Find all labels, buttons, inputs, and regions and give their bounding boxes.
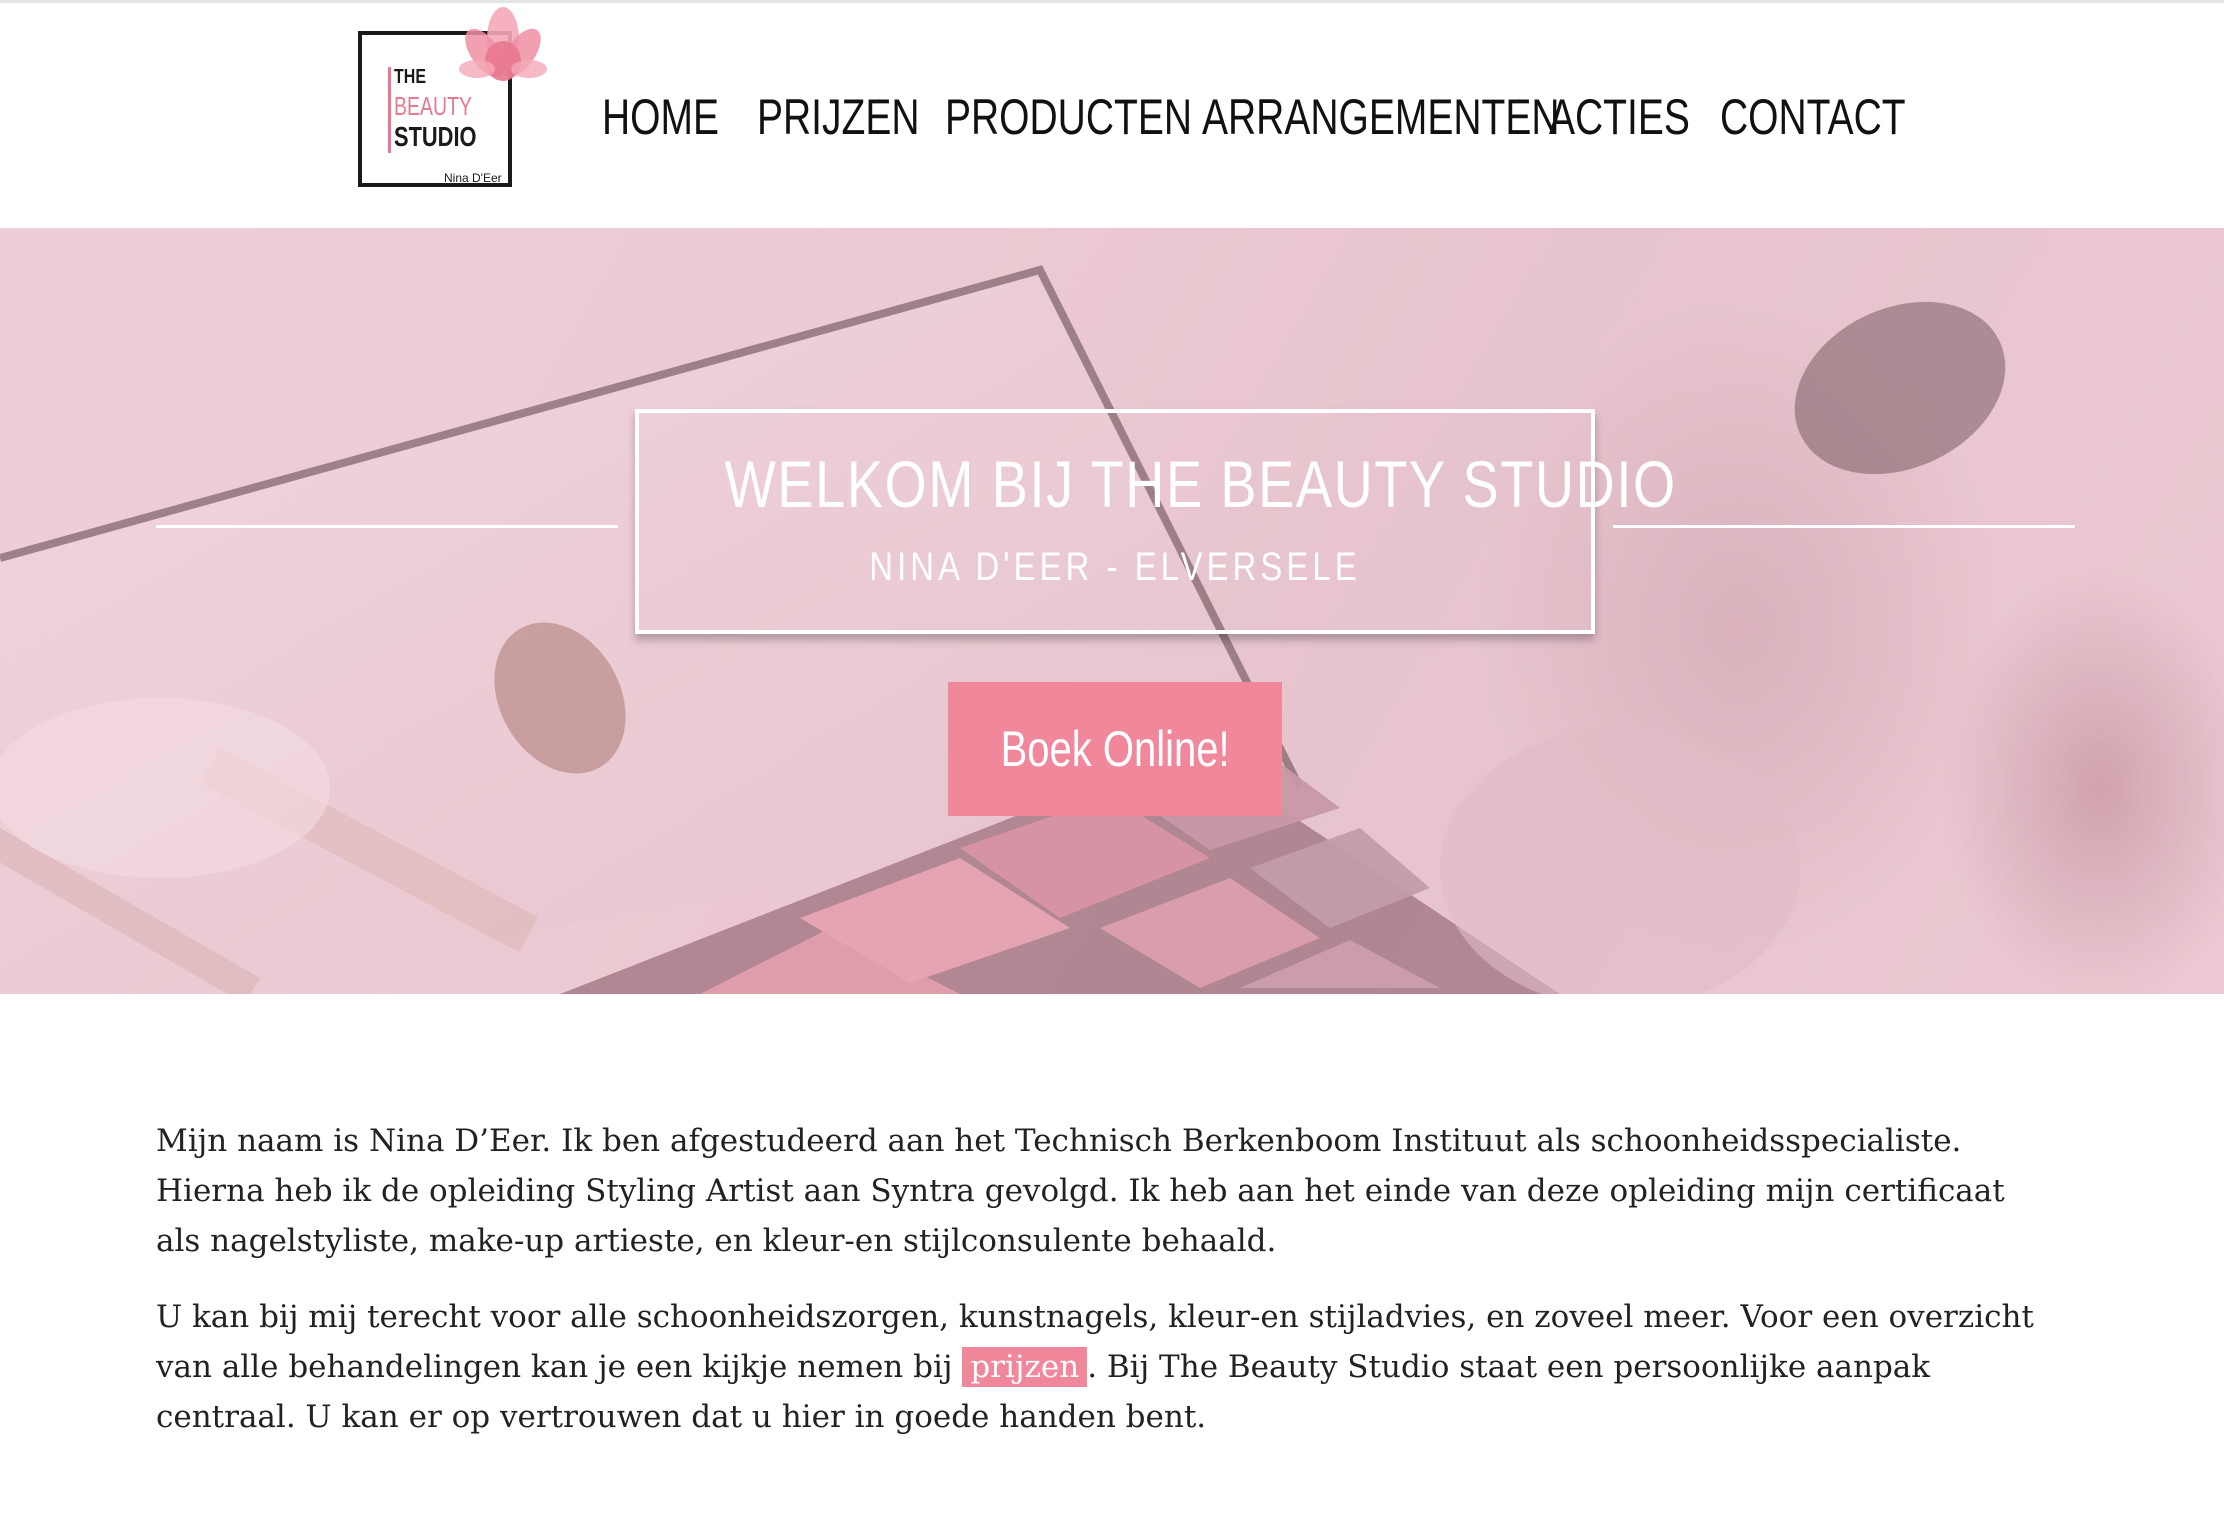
- hero-title-box: WELKOM BIJ THE BEAUTY STUDIO NINA D'EER …: [635, 409, 1677, 634]
- hero-divider-left: [156, 525, 618, 528]
- nav-item-acties[interactable]: ACTIES: [1549, 87, 1690, 147]
- logo-text-beauty: BEAUTY: [394, 91, 473, 121]
- book-online-label: Boek Online!: [1000, 721, 1230, 777]
- nav-item-producten[interactable]: PRODUCTEN: [945, 87, 1192, 147]
- lotus-flower-icon: [459, 7, 547, 81]
- logo-text-studio: STUDIO: [394, 121, 477, 152]
- nav-item-contact[interactable]: CONTACT: [1720, 87, 1906, 147]
- logo-text-the: THE: [394, 66, 426, 88]
- hero-banner: WELKOM BIJ THE BEAUTY STUDIO NINA D'EER …: [0, 228, 2224, 994]
- intro-paragraph-2: U kan bij mij terecht voor alle schoonhe…: [156, 1292, 2036, 1442]
- nav-item-arrangementen[interactable]: ARRANGEMENTEN: [1202, 87, 1560, 147]
- hero-divider-right: [1613, 525, 2075, 528]
- nav-item-home[interactable]: HOME: [602, 87, 719, 147]
- logo-accent-bar: [388, 67, 391, 153]
- book-online-button[interactable]: Boek Online!: [948, 682, 1282, 816]
- nav-item-prijzen[interactable]: PRIJZEN: [757, 87, 920, 147]
- hero-title: WELKOM BIJ THE BEAUTY STUDIO: [724, 447, 1677, 521]
- intro-content: Mijn naam is Nina D’Eer. Ik ben afgestud…: [156, 1116, 2036, 1468]
- site-header: THE BEAUTY STUDIO Nina D'Eer HOME PRIJZE…: [0, 3, 2224, 228]
- hero-subtitle: NINA D'EER - ELVERSELE: [869, 545, 1361, 589]
- prijzen-link[interactable]: prijzen: [962, 1347, 1088, 1387]
- intro-paragraph-1: Mijn naam is Nina D’Eer. Ik ben afgestud…: [156, 1123, 2005, 1259]
- logo-signature: Nina D'Eer: [444, 171, 502, 185]
